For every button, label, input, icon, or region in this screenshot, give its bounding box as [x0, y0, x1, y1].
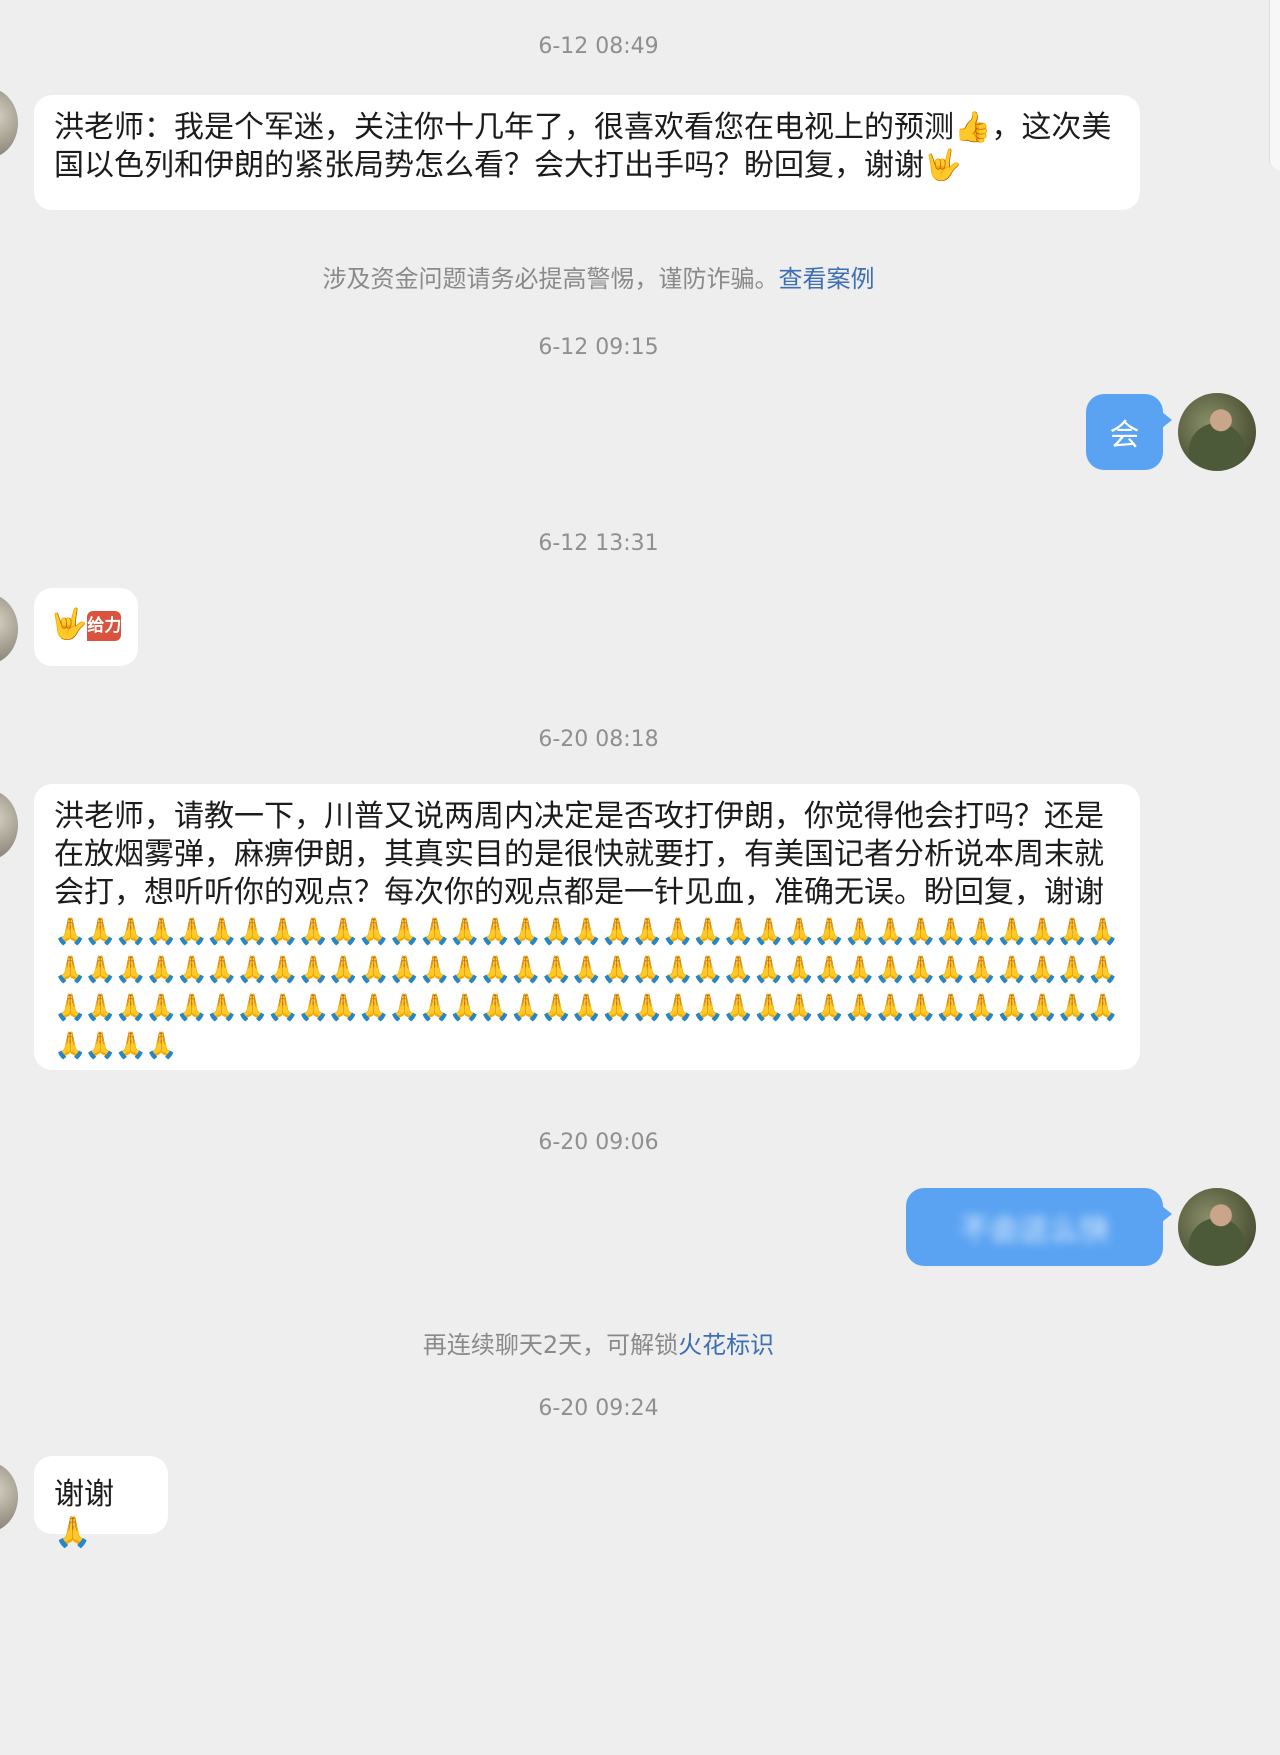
message-text: 洪老师：我是个军迷，关注你十几年了，很喜欢看您在电视上的预测👍，这次美国以色列和… — [54, 110, 1112, 183]
timestamp: 6-12 08:49 — [538, 34, 659, 59]
message-bubble-incoming[interactable]: 洪老师：我是个军迷，关注你十几年了，很喜欢看您在电视上的预测👍，这次美国以色列和… — [34, 95, 1140, 210]
spark-unlock-notice: 再连续聊天2天，可解锁火花标识 — [0, 1325, 1197, 1360]
rock-hand-emoji: 🤟 — [50, 607, 88, 642]
contact-avatar[interactable] — [0, 594, 18, 664]
message-bubble-outgoing[interactable]: 不会这么快 — [906, 1188, 1172, 1266]
fraud-warning-notice: 涉及资金问题请务必提高警惕，谨防诈骗。查看案例 — [0, 259, 1197, 294]
message-text: 会 — [1109, 418, 1140, 453]
message-bubble-incoming[interactable]: 🤟给力 — [34, 588, 138, 666]
timestamp: 6-20 09:24 — [538, 1396, 659, 1421]
message-bubble-incoming[interactable]: 谢谢🙏 — [34, 1456, 168, 1550]
my-avatar[interactable] — [1178, 393, 1256, 471]
my-avatar[interactable] — [1178, 1188, 1256, 1266]
scrollbar[interactable] — [1269, 0, 1280, 170]
view-cases-link[interactable]: 查看案例 — [779, 265, 875, 293]
spark-badge-link[interactable]: 火花标识 — [678, 1331, 774, 1359]
message-bubble-outgoing[interactable]: 会 — [1086, 394, 1172, 470]
fraud-warning-text: 涉及资金问题请务必提高警惕，谨防诈骗。 — [322, 265, 779, 293]
contact-avatar[interactable] — [0, 790, 18, 860]
contact-avatar[interactable] — [0, 88, 18, 158]
message-text: 洪老师，请教一下，川普又说两周内决定是否攻打伊朗，你觉得他会打吗？还是在放烟雾弹… — [54, 799, 1104, 910]
geili-sticker: 给力 — [87, 610, 122, 641]
timestamp: 6-20 08:18 — [538, 727, 659, 752]
timestamp: 6-12 09:15 — [538, 335, 659, 360]
timestamp: 6-20 09:06 — [538, 1130, 659, 1155]
pray-emoji-row: 🙏🙏🙏🙏🙏🙏🙏🙏🙏🙏🙏🙏🙏🙏🙏🙏🙏🙏🙏🙏🙏🙏🙏🙏🙏🙏🙏🙏🙏🙏🙏🙏🙏🙏🙏🙏🙏🙏🙏🙏… — [54, 917, 1119, 1061]
timestamp: 6-12 13:31 — [538, 531, 659, 556]
message-text-blurred: 不会这么快 — [959, 1213, 1110, 1248]
message-bubble-incoming[interactable]: 洪老师，请教一下，川普又说两周内决定是否攻打伊朗，你觉得他会打吗？还是在放烟雾弹… — [34, 784, 1140, 1070]
contact-avatar[interactable] — [0, 1462, 18, 1532]
spark-unlock-text: 再连续聊天2天，可解锁 — [422, 1331, 679, 1359]
message-text: 谢谢🙏 — [54, 1477, 114, 1550]
